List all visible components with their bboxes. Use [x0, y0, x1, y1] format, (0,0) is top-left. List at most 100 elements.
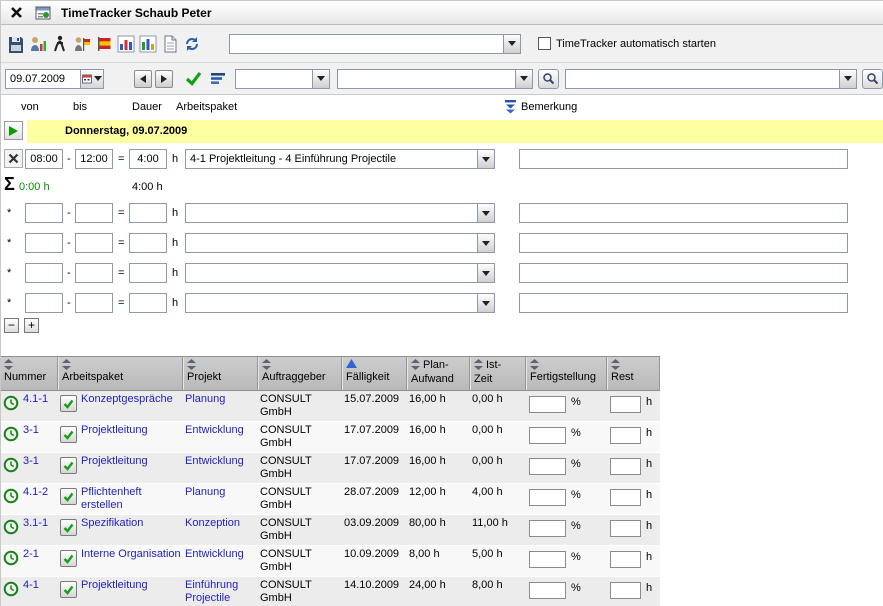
- book-workpackage-button[interactable]: [60, 550, 77, 567]
- time-clock-icon[interactable]: [3, 395, 19, 411]
- bis-input[interactable]: [75, 203, 113, 223]
- rest-input[interactable]: [610, 489, 641, 506]
- projekt-link[interactable]: Entwicklung: [185, 548, 244, 560]
- book-workpackage-button[interactable]: [60, 488, 77, 505]
- search-button-2[interactable]: [862, 69, 883, 89]
- nummer-link[interactable]: 4.1-1: [23, 393, 48, 406]
- projekt-link[interactable]: Planung: [185, 486, 225, 498]
- von-input[interactable]: [25, 263, 63, 283]
- rest-input[interactable]: [610, 551, 641, 568]
- dropdown-button[interactable]: [515, 70, 532, 88]
- search-combobox[interactable]: [565, 69, 857, 89]
- fertigstellung-input[interactable]: [529, 582, 566, 599]
- rest-input[interactable]: [610, 520, 641, 537]
- arbeitspaket-combobox[interactable]: [185, 293, 495, 313]
- flag-icon[interactable]: [93, 33, 115, 55]
- book-workpackage-button[interactable]: [60, 426, 77, 443]
- bis-input[interactable]: [75, 149, 113, 169]
- sort-asc-icon[interactable]: [346, 359, 403, 371]
- fertigstellung-input[interactable]: [529, 551, 566, 568]
- user-flag-icon[interactable]: [71, 33, 93, 55]
- list-view-icon[interactable]: [210, 72, 227, 86]
- dropdown-button[interactable]: [503, 35, 520, 53]
- walking-person-icon[interactable]: [49, 33, 71, 55]
- von-input[interactable]: [25, 293, 63, 313]
- arbeitspaket-link[interactable]: Projektleitung: [81, 455, 148, 468]
- rest-input[interactable]: [610, 427, 641, 444]
- sort-icon[interactable]: [474, 359, 483, 373]
- bis-input[interactable]: [75, 293, 113, 313]
- time-clock-icon[interactable]: [3, 426, 19, 442]
- dauer-input[interactable]: [129, 233, 167, 253]
- arbeitspaket-link[interactable]: Interne Organisation: [81, 548, 181, 561]
- workpackage-filter-combobox[interactable]: [337, 69, 533, 89]
- arbeitspaket-combobox[interactable]: [185, 233, 495, 253]
- bemerkung-input[interactable]: [519, 293, 848, 313]
- delete-entry-button[interactable]: [4, 149, 23, 168]
- projekt-link[interactable]: Planung: [185, 393, 225, 405]
- dropdown-button[interactable]: [839, 70, 856, 88]
- book-workpackage-button[interactable]: [60, 519, 77, 536]
- dauer-input[interactable]: [129, 149, 167, 169]
- bemerkung-input[interactable]: [519, 149, 848, 169]
- arbeitspaket-link[interactable]: Pflichtenheft erstellen: [81, 486, 181, 512]
- dropdown-button[interactable]: [477, 204, 494, 222]
- document-icon[interactable]: [159, 33, 181, 55]
- bemerkung-input[interactable]: [519, 263, 848, 283]
- fertigstellung-input[interactable]: [529, 427, 566, 444]
- dauer-input[interactable]: [129, 203, 167, 223]
- remove-row-button[interactable]: −: [4, 318, 19, 333]
- book-workpackage-button[interactable]: [60, 581, 77, 598]
- search-button[interactable]: [538, 69, 559, 89]
- sort-icon[interactable]: [4, 359, 54, 371]
- user-report-icon[interactable]: [27, 33, 49, 55]
- start-day-button[interactable]: [4, 121, 23, 140]
- sort-filter-icon[interactable]: [504, 99, 517, 117]
- arbeitspaket-link[interactable]: Spezifikation: [81, 517, 143, 530]
- time-clock-icon[interactable]: [3, 488, 19, 504]
- book-workpackage-button[interactable]: [60, 457, 77, 474]
- bemerkung-input[interactable]: [519, 203, 848, 223]
- nummer-link[interactable]: 4-1: [23, 579, 39, 592]
- arbeitspaket-combobox[interactable]: [185, 203, 495, 223]
- arbeitspaket-combobox[interactable]: [185, 263, 495, 283]
- dropdown-button[interactable]: [477, 150, 494, 168]
- calendar-picker-button[interactable]: [81, 69, 104, 89]
- time-clock-icon[interactable]: [3, 457, 19, 473]
- next-day-button[interactable]: [155, 70, 173, 88]
- fertigstellung-input[interactable]: [529, 396, 566, 413]
- close-icon[interactable]: [7, 4, 25, 22]
- sort-icon[interactable]: [530, 359, 603, 371]
- projekt-link[interactable]: Entwicklung: [185, 455, 244, 467]
- sort-icon[interactable]: [411, 359, 420, 373]
- arbeitspaket-link[interactable]: Projektleitung: [81, 579, 148, 592]
- von-input[interactable]: [25, 203, 63, 223]
- rest-input[interactable]: [610, 396, 641, 413]
- add-row-button[interactable]: +: [24, 318, 39, 333]
- sort-icon[interactable]: [262, 359, 338, 371]
- arbeitspaket-link[interactable]: Projektleitung: [81, 424, 148, 437]
- fertigstellung-input[interactable]: [529, 489, 566, 506]
- arbeitspaket-link[interactable]: Konzeptgespräche: [81, 393, 173, 406]
- rest-input[interactable]: [610, 458, 641, 475]
- bemerkung-input[interactable]: [519, 233, 848, 253]
- refresh-icon[interactable]: [181, 33, 203, 55]
- nummer-link[interactable]: 2-1: [23, 548, 39, 561]
- sort-icon[interactable]: [611, 359, 656, 371]
- nummer-link[interactable]: 4.1-2: [23, 486, 48, 499]
- time-clock-icon[interactable]: [3, 550, 19, 566]
- date-input[interactable]: [5, 69, 81, 89]
- time-clock-icon[interactable]: [3, 519, 19, 535]
- time-clock-icon[interactable]: [3, 581, 19, 597]
- previous-day-button[interactable]: [134, 70, 152, 88]
- bis-input[interactable]: [75, 233, 113, 253]
- sort-icon[interactable]: [62, 359, 179, 371]
- sort-icon[interactable]: [187, 359, 254, 371]
- dauer-input[interactable]: [129, 293, 167, 313]
- nummer-link[interactable]: 3-1: [23, 455, 39, 468]
- nummer-link[interactable]: 3-1: [23, 424, 39, 437]
- projekt-link[interactable]: Entwicklung: [185, 424, 244, 436]
- rest-input[interactable]: [610, 582, 641, 599]
- dropdown-button[interactable]: [312, 70, 329, 88]
- fertigstellung-input[interactable]: [529, 520, 566, 537]
